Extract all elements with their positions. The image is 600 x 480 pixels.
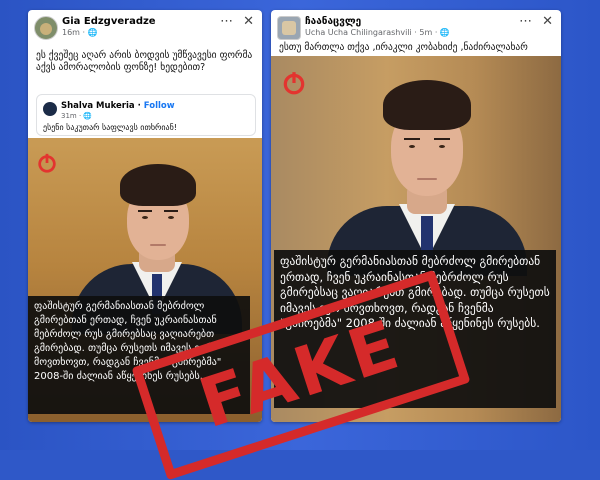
group-avatar[interactable] (277, 16, 301, 40)
power-logo-icon (283, 72, 305, 95)
sub-author[interactable]: Ucha Ucha Chilingarashvili (305, 28, 412, 37)
comment-text: ესენი საკუთარ საფლავს ითხრიან! (43, 123, 177, 132)
follow-link[interactable]: Follow (144, 101, 175, 111)
more-icon[interactable]: ⋯ (220, 15, 233, 28)
comment-author: Shalva Mukeria · Follow (61, 101, 175, 111)
author-name[interactable]: Gia Edzgveradze (62, 16, 156, 27)
right-post-header: ჩაანაცვლე Ucha Ucha Chilingarashvili · 5… (277, 15, 555, 44)
left-post-header: Gia Edzgveradze 16m · 🌐 ⋯ ✕ (34, 15, 256, 44)
avatar[interactable] (34, 16, 58, 40)
close-icon[interactable]: ✕ (542, 15, 553, 28)
post-caption: ეს ქვეშეც აღარ არის ბოდვის უმწვავესი ფორ… (36, 50, 253, 73)
post-actions: ⋯ ✕ (220, 15, 254, 28)
comment-time: 31m · 🌐 (61, 112, 93, 120)
post-time[interactable]: 16m (62, 28, 80, 37)
post-actions: ⋯ ✕ (519, 15, 553, 28)
post-time[interactable]: 5m (419, 28, 432, 37)
more-icon[interactable]: ⋯ (519, 15, 532, 28)
globe-icon: 🌐 (87, 28, 98, 37)
power-logo-icon (38, 153, 56, 173)
group-name[interactable]: ჩაანაცვლე (305, 16, 361, 27)
shared-comment[interactable]: Shalva Mukeria · Follow 31m · 🌐 ესენი სა… (36, 94, 256, 136)
avatar (43, 102, 57, 116)
close-icon[interactable]: ✕ (243, 15, 254, 28)
post-meta: Ucha Ucha Chilingarashvili · 5m · 🌐 (305, 28, 450, 37)
man-figure (327, 66, 527, 276)
globe-icon: 🌐 (439, 28, 450, 37)
post-meta: 16m · 🌐 (62, 28, 98, 37)
post-caption: ესთუ მართლა თქვა ,ირაკლი კობახიძე ,ნაძირ… (279, 42, 528, 53)
